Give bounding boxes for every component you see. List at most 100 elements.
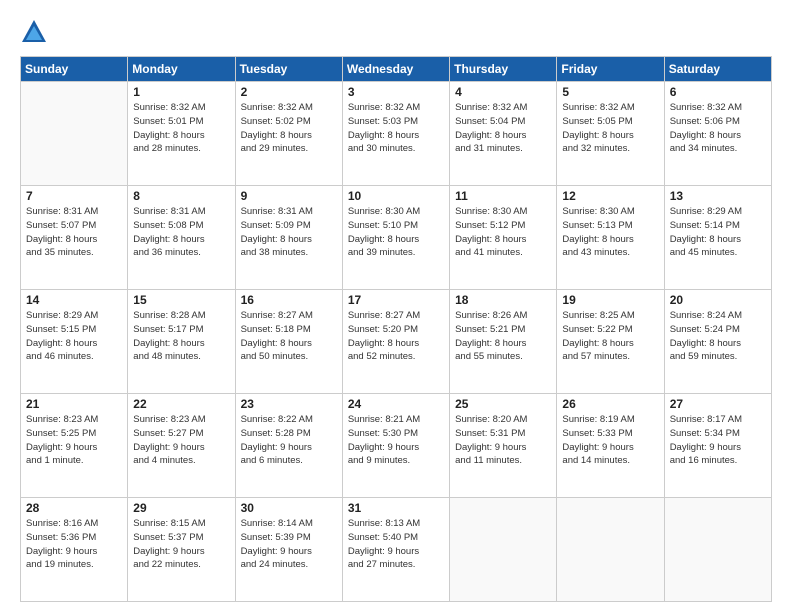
- day-info: Sunrise: 8:16 AMSunset: 5:36 PMDaylight:…: [26, 517, 122, 572]
- weekday-header: Sunday: [21, 57, 128, 82]
- calendar-cell: 21 Sunrise: 8:23 AMSunset: 5:25 PMDayligh…: [21, 394, 128, 498]
- week-row: 21 Sunrise: 8:23 AMSunset: 5:25 PMDayligh…: [21, 394, 772, 498]
- day-number: 13: [670, 189, 766, 203]
- calendar-cell: [664, 498, 771, 602]
- day-number: 8: [133, 189, 229, 203]
- weekday-header: Tuesday: [235, 57, 342, 82]
- day-info: Sunrise: 8:15 AMSunset: 5:37 PMDaylight:…: [133, 517, 229, 572]
- day-info: Sunrise: 8:19 AMSunset: 5:33 PMDaylight:…: [562, 413, 658, 468]
- calendar-cell: 19 Sunrise: 8:25 AMSunset: 5:22 PMDayligh…: [557, 290, 664, 394]
- day-info: Sunrise: 8:20 AMSunset: 5:31 PMDaylight:…: [455, 413, 551, 468]
- day-number: 3: [348, 85, 444, 99]
- calendar-cell: 25 Sunrise: 8:20 AMSunset: 5:31 PMDayligh…: [450, 394, 557, 498]
- day-number: 9: [241, 189, 337, 203]
- header: [20, 18, 772, 46]
- calendar-cell: 10 Sunrise: 8:30 AMSunset: 5:10 PMDayligh…: [342, 186, 449, 290]
- day-number: 15: [133, 293, 229, 307]
- day-number: 12: [562, 189, 658, 203]
- day-info: Sunrise: 8:32 AMSunset: 5:02 PMDaylight:…: [241, 101, 337, 156]
- day-info: Sunrise: 8:30 AMSunset: 5:12 PMDaylight:…: [455, 205, 551, 260]
- day-number: 16: [241, 293, 337, 307]
- day-number: 21: [26, 397, 122, 411]
- day-info: Sunrise: 8:23 AMSunset: 5:27 PMDaylight:…: [133, 413, 229, 468]
- weekday-header: Wednesday: [342, 57, 449, 82]
- day-info: Sunrise: 8:32 AMSunset: 5:06 PMDaylight:…: [670, 101, 766, 156]
- day-number: 23: [241, 397, 337, 411]
- day-info: Sunrise: 8:31 AMSunset: 5:07 PMDaylight:…: [26, 205, 122, 260]
- day-number: 26: [562, 397, 658, 411]
- weekday-header: Saturday: [664, 57, 771, 82]
- day-info: Sunrise: 8:27 AMSunset: 5:18 PMDaylight:…: [241, 309, 337, 364]
- day-number: 2: [241, 85, 337, 99]
- weekday-header: Friday: [557, 57, 664, 82]
- day-number: 5: [562, 85, 658, 99]
- day-number: 20: [670, 293, 766, 307]
- calendar-cell: 29 Sunrise: 8:15 AMSunset: 5:37 PMDayligh…: [128, 498, 235, 602]
- calendar-cell: 2 Sunrise: 8:32 AMSunset: 5:02 PMDaylight…: [235, 82, 342, 186]
- calendar-cell: 20 Sunrise: 8:24 AMSunset: 5:24 PMDayligh…: [664, 290, 771, 394]
- day-info: Sunrise: 8:30 AMSunset: 5:10 PMDaylight:…: [348, 205, 444, 260]
- day-info: Sunrise: 8:32 AMSunset: 5:01 PMDaylight:…: [133, 101, 229, 156]
- calendar-cell: 6 Sunrise: 8:32 AMSunset: 5:06 PMDaylight…: [664, 82, 771, 186]
- day-info: Sunrise: 8:24 AMSunset: 5:24 PMDaylight:…: [670, 309, 766, 364]
- calendar-cell: 18 Sunrise: 8:26 AMSunset: 5:21 PMDayligh…: [450, 290, 557, 394]
- week-row: 1 Sunrise: 8:32 AMSunset: 5:01 PMDaylight…: [21, 82, 772, 186]
- calendar-cell: 28 Sunrise: 8:16 AMSunset: 5:36 PMDayligh…: [21, 498, 128, 602]
- calendar-cell: 27 Sunrise: 8:17 AMSunset: 5:34 PMDayligh…: [664, 394, 771, 498]
- day-info: Sunrise: 8:30 AMSunset: 5:13 PMDaylight:…: [562, 205, 658, 260]
- day-info: Sunrise: 8:28 AMSunset: 5:17 PMDaylight:…: [133, 309, 229, 364]
- day-number: 14: [26, 293, 122, 307]
- calendar-cell: 8 Sunrise: 8:31 AMSunset: 5:08 PMDaylight…: [128, 186, 235, 290]
- day-info: Sunrise: 8:25 AMSunset: 5:22 PMDaylight:…: [562, 309, 658, 364]
- day-number: 7: [26, 189, 122, 203]
- weekday-header: Thursday: [450, 57, 557, 82]
- calendar-cell: 23Sunrise: 8:22 AMSunset: 5:28 PMDayligh…: [235, 394, 342, 498]
- calendar-cell: 15 Sunrise: 8:28 AMSunset: 5:17 PMDayligh…: [128, 290, 235, 394]
- day-info: Sunrise: 8:14 AMSunset: 5:39 PMDaylight:…: [241, 517, 337, 572]
- calendar-cell: 17Sunrise: 8:27 AMSunset: 5:20 PMDayligh…: [342, 290, 449, 394]
- calendar-cell: 9 Sunrise: 8:31 AMSunset: 5:09 PMDaylight…: [235, 186, 342, 290]
- weekday-header: Monday: [128, 57, 235, 82]
- calendar-cell: 26 Sunrise: 8:19 AMSunset: 5:33 PMDayligh…: [557, 394, 664, 498]
- day-number: 10: [348, 189, 444, 203]
- week-row: 14Sunrise: 8:29 AMSunset: 5:15 PMDayligh…: [21, 290, 772, 394]
- day-number: 19: [562, 293, 658, 307]
- day-info: Sunrise: 8:26 AMSunset: 5:21 PMDaylight:…: [455, 309, 551, 364]
- day-number: 11: [455, 189, 551, 203]
- calendar-cell: 12 Sunrise: 8:30 AMSunset: 5:13 PMDayligh…: [557, 186, 664, 290]
- weekday-header-row: SundayMondayTuesdayWednesdayThursdayFrid…: [21, 57, 772, 82]
- day-info: Sunrise: 8:31 AMSunset: 5:08 PMDaylight:…: [133, 205, 229, 260]
- calendar-cell: 30Sunrise: 8:14 AMSunset: 5:39 PMDayligh…: [235, 498, 342, 602]
- logo-icon: [20, 18, 48, 46]
- day-number: 6: [670, 85, 766, 99]
- day-number: 4: [455, 85, 551, 99]
- calendar-cell: [450, 498, 557, 602]
- calendar-cell: 11 Sunrise: 8:30 AMSunset: 5:12 PMDayligh…: [450, 186, 557, 290]
- calendar-cell: 4 Sunrise: 8:32 AMSunset: 5:04 PMDaylight…: [450, 82, 557, 186]
- calendar-cell: [557, 498, 664, 602]
- day-number: 25: [455, 397, 551, 411]
- calendar-cell: 3Sunrise: 8:32 AMSunset: 5:03 PMDaylight…: [342, 82, 449, 186]
- day-info: Sunrise: 8:31 AMSunset: 5:09 PMDaylight:…: [241, 205, 337, 260]
- calendar-cell: 5Sunrise: 8:32 AMSunset: 5:05 PMDaylight…: [557, 82, 664, 186]
- day-info: Sunrise: 8:13 AMSunset: 5:40 PMDaylight:…: [348, 517, 444, 572]
- day-number: 29: [133, 501, 229, 515]
- calendar-cell: [21, 82, 128, 186]
- day-number: 18: [455, 293, 551, 307]
- calendar-cell: 22 Sunrise: 8:23 AMSunset: 5:27 PMDayligh…: [128, 394, 235, 498]
- day-number: 28: [26, 501, 122, 515]
- day-info: Sunrise: 8:23 AMSunset: 5:25 PMDaylight:…: [26, 413, 122, 468]
- day-number: 24: [348, 397, 444, 411]
- calendar-cell: 13 Sunrise: 8:29 AMSunset: 5:14 PMDayligh…: [664, 186, 771, 290]
- day-number: 27: [670, 397, 766, 411]
- calendar-cell: 24Sunrise: 8:21 AMSunset: 5:30 PMDayligh…: [342, 394, 449, 498]
- week-row: 7 Sunrise: 8:31 AMSunset: 5:07 PMDaylight…: [21, 186, 772, 290]
- day-number: 17: [348, 293, 444, 307]
- day-info: Sunrise: 8:29 AMSunset: 5:14 PMDaylight:…: [670, 205, 766, 260]
- calendar-table: SundayMondayTuesdayWednesdayThursdayFrid…: [20, 56, 772, 602]
- calendar-cell: 7 Sunrise: 8:31 AMSunset: 5:07 PMDaylight…: [21, 186, 128, 290]
- day-number: 1: [133, 85, 229, 99]
- day-info: Sunrise: 8:17 AMSunset: 5:34 PMDaylight:…: [670, 413, 766, 468]
- day-number: 22: [133, 397, 229, 411]
- day-info: Sunrise: 8:32 AMSunset: 5:04 PMDaylight:…: [455, 101, 551, 156]
